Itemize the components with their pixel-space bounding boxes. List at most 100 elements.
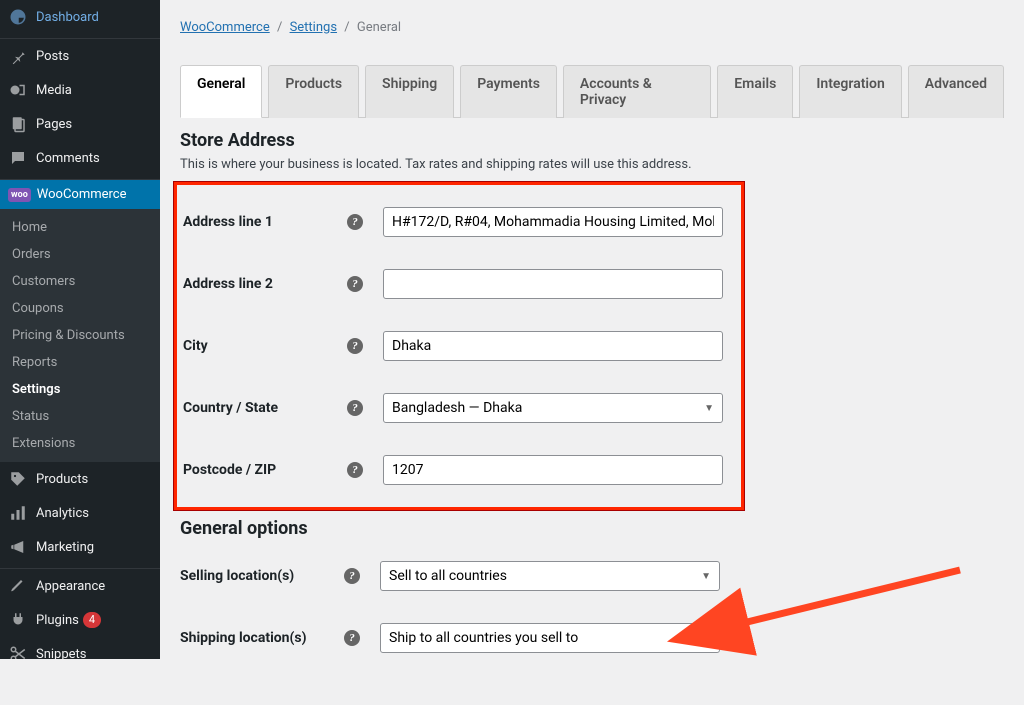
tab-emails[interactable]: Emails: [717, 65, 793, 118]
tab-shipping[interactable]: Shipping: [365, 65, 454, 118]
input-address1[interactable]: [383, 207, 723, 237]
submenu-home[interactable]: Home: [0, 214, 160, 241]
settings-tabs: General Products Shipping Payments Accou…: [180, 65, 1004, 118]
submenu-reports[interactable]: Reports: [0, 349, 160, 376]
select-value: Bangladesh — Dhaka: [392, 400, 522, 416]
row-city: City ?: [183, 315, 741, 377]
tab-accounts[interactable]: Accounts & Privacy: [563, 65, 711, 118]
row-address2: Address line 2 ?: [183, 253, 741, 315]
sidebar-item-users[interactable]: Users: [0, 671, 160, 705]
megaphone-icon: [8, 537, 28, 557]
woocommerce-submenu: Home Orders Customers Coupons Pricing & …: [0, 209, 160, 462]
label-selling: Selling location(s): [180, 568, 294, 584]
row-shipping-loc: Shipping location(s) ? Ship to all count…: [180, 607, 1004, 659]
sidebar-item-comments[interactable]: Comments: [0, 141, 160, 175]
breadcrumb-sep: /: [277, 20, 282, 35]
tab-general[interactable]: General: [180, 65, 262, 118]
pages-icon: [8, 114, 28, 134]
sidebar-item-plugins[interactable]: Plugins 4: [0, 603, 160, 637]
help-icon[interactable]: ?: [344, 568, 360, 584]
store-address-title: Store Address: [180, 130, 1004, 151]
woo-icon: woo: [8, 188, 31, 202]
label-country: Country / State: [183, 400, 278, 416]
tab-advanced[interactable]: Advanced: [908, 65, 1004, 118]
input-city[interactable]: [383, 331, 723, 361]
sidebar-item-label: Pages: [36, 117, 72, 132]
sidebar-item-label: Analytics: [36, 506, 89, 521]
sidebar-item-label: Posts: [36, 49, 69, 64]
comments-icon: [8, 148, 28, 168]
sidebar-item-media[interactable]: Media: [0, 73, 160, 107]
help-icon[interactable]: ?: [344, 630, 360, 646]
help-icon[interactable]: ?: [347, 276, 363, 292]
sidebar-item-appearance[interactable]: Appearance: [0, 569, 160, 603]
sidebar-item-snippets[interactable]: Snippets: [0, 637, 160, 671]
row-address1: Address line 1 ?: [183, 191, 741, 253]
submenu-settings[interactable]: Settings: [0, 376, 160, 403]
help-icon[interactable]: ?: [347, 462, 363, 478]
sidebar-item-analytics[interactable]: Analytics: [0, 496, 160, 530]
general-options-title: General options: [180, 518, 1004, 539]
sidebar-item-pages[interactable]: Pages: [0, 107, 160, 141]
submenu-status[interactable]: Status: [0, 403, 160, 430]
breadcrumb-woocommerce[interactable]: WooCommerce: [180, 20, 270, 35]
input-address2[interactable]: [383, 269, 723, 299]
sidebar-item-label: WooCommerce: [37, 187, 127, 202]
label-shipping-loc: Shipping location(s): [180, 630, 307, 646]
submenu-extensions[interactable]: Extensions: [0, 430, 160, 457]
highlighted-address-section: Address line 1 ? Address line 2 ? City ?: [174, 182, 744, 510]
chevron-down-icon: ▼: [701, 633, 711, 644]
submenu-pricing[interactable]: Pricing & Discounts: [0, 322, 160, 349]
sidebar-item-label: Dashboard: [36, 10, 99, 25]
help-icon[interactable]: ?: [347, 214, 363, 230]
breadcrumb-sep: /: [344, 20, 349, 35]
media-icon: [8, 80, 28, 100]
chart-icon: [8, 503, 28, 523]
breadcrumb: WooCommerce / Settings / General: [180, 10, 1004, 45]
sidebar-item-posts[interactable]: Posts: [0, 39, 160, 73]
chevron-down-icon: ▼: [701, 571, 711, 582]
pin-icon: [8, 46, 28, 66]
submenu-orders[interactable]: Orders: [0, 241, 160, 268]
label-city: City: [183, 338, 208, 354]
sidebar-item-dashboard[interactable]: Dashboard: [0, 0, 160, 34]
help-icon[interactable]: ?: [347, 338, 363, 354]
admin-sidebar: Dashboard Posts Media Pages Comments woo…: [0, 0, 160, 659]
select-selling[interactable]: Sell to all countries ▼: [380, 561, 720, 591]
sidebar-item-label: Appearance: [36, 579, 105, 594]
label-address2: Address line 2: [183, 276, 273, 292]
select-value: Sell to all countries: [389, 568, 507, 584]
tab-payments[interactable]: Payments: [460, 65, 557, 118]
breadcrumb-current: General: [357, 20, 401, 35]
dashboard-icon: [8, 7, 28, 27]
sidebar-item-label: Plugins: [36, 613, 79, 628]
scissors-icon: [8, 644, 28, 664]
brush-icon: [8, 576, 28, 596]
select-country[interactable]: Bangladesh — Dhaka ▼: [383, 393, 723, 423]
main-content: WooCommerce / Settings / General General…: [160, 0, 1024, 659]
label-postcode: Postcode / ZIP: [183, 462, 276, 478]
chevron-down-icon: ▼: [704, 403, 714, 414]
row-postcode: Postcode / ZIP ?: [183, 439, 741, 501]
input-postcode[interactable]: [383, 455, 723, 485]
submenu-coupons[interactable]: Coupons: [0, 295, 160, 322]
sidebar-item-label: Products: [36, 472, 88, 487]
sidebar-item-label: Marketing: [36, 540, 94, 555]
select-shipping-loc[interactable]: Ship to all countries you sell to ▼: [380, 623, 720, 653]
sidebar-item-label: Snippets: [36, 647, 87, 662]
breadcrumb-settings[interactable]: Settings: [290, 20, 337, 35]
sidebar-item-woocommerce[interactable]: woo WooCommerce: [0, 180, 160, 209]
sidebar-item-marketing[interactable]: Marketing: [0, 530, 160, 564]
submenu-customers[interactable]: Customers: [0, 268, 160, 295]
tag-icon: [8, 469, 28, 489]
user-icon: [8, 678, 28, 698]
sidebar-item-products[interactable]: Products: [0, 462, 160, 496]
sidebar-item-label: Comments: [36, 151, 100, 166]
tab-integration[interactable]: Integration: [799, 65, 901, 118]
tab-products[interactable]: Products: [268, 65, 359, 118]
plugins-badge: 4: [83, 612, 101, 628]
help-icon[interactable]: ?: [347, 400, 363, 416]
sidebar-item-label: Media: [36, 83, 72, 98]
row-selling: Selling location(s) ? Sell to all countr…: [180, 545, 1004, 607]
label-address1: Address line 1: [183, 214, 273, 230]
